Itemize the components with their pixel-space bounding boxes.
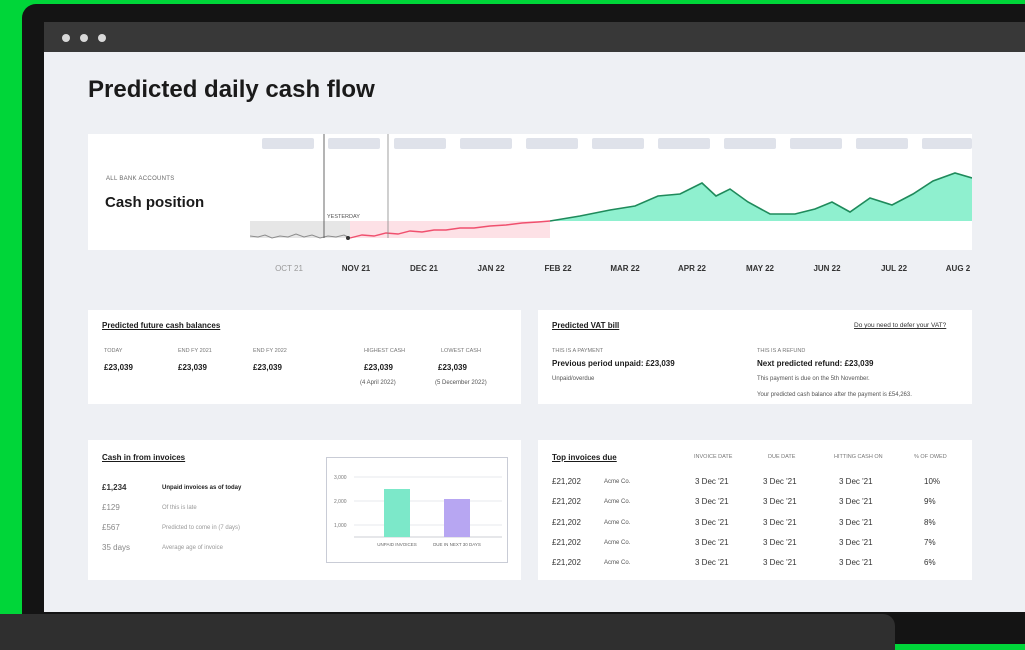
vat-refund-note: This payment is due on the 5th November. <box>757 376 870 382</box>
table-cell-client: Acme Co. <box>604 539 631 546</box>
table-cell-client: Acme Co. <box>604 499 631 506</box>
table-cell-amount: £21,202 <box>552 517 581 527</box>
month-label: OCT 21 <box>275 264 303 273</box>
window-dot-icon[interactable] <box>80 34 88 42</box>
app-screen: Predicted daily cash flow ALL BANK ACCOU… <box>44 52 1025 612</box>
cash-card-title: Cash position <box>105 194 205 211</box>
table-cell-pct: 10% <box>924 477 941 486</box>
table-cell-due-date: 3 Dec '21 <box>763 497 797 507</box>
table-cell-hitting: 3 Dec '21 <box>839 517 873 527</box>
month-label: MAY 22 <box>745 264 775 273</box>
table-cell-client: Acme Co. <box>604 479 631 485</box>
balance-label: END FY 2022 <box>253 348 287 354</box>
window-titlebar <box>44 22 1025 52</box>
mini-bar-label: DUE IN NEXT 30 DAYS <box>433 542 481 547</box>
invoice-stat-value: 35 days <box>102 543 131 552</box>
balance-value: £23,039 <box>438 363 467 372</box>
table-cell-hitting: 3 Dec '21 <box>839 558 873 568</box>
table-cell-hitting: 3 Dec '21 <box>839 537 873 547</box>
table-cell-amount: £21,202 <box>552 558 581 568</box>
table-cell-pct: 8% <box>924 517 936 527</box>
month-label: DEC 21 <box>409 264 439 273</box>
balance-value: £23,039 <box>253 363 282 372</box>
table-cell-amount: £21,202 <box>552 537 581 547</box>
table-cell-amount: £21,202 <box>552 477 581 486</box>
table-cell-pct: 7% <box>924 537 936 547</box>
invoice-stat-value: £129 <box>102 503 120 512</box>
vat-refund-value: Next predicted refund: £23,039 <box>757 359 874 368</box>
month-label: JUL 22 <box>880 264 908 273</box>
month-label: JAN 22 <box>477 264 505 273</box>
invoice-mini-chart: 3,000 2,000 1,000 UNPAID INVOICES DUE IN… <box>326 457 508 563</box>
column-header[interactable]: DUE DATE <box>768 454 795 460</box>
table-cell-client: Acme Co. <box>604 560 631 567</box>
invoices-in-title[interactable]: Cash in from invoices <box>102 453 185 462</box>
balances-title[interactable]: Predicted future cash balances <box>102 321 220 330</box>
balance-label: END FY 2021 <box>178 348 212 354</box>
column-header[interactable]: % OF OWED <box>914 454 947 460</box>
column-header[interactable]: INVOICE DATE <box>694 454 732 460</box>
vat-refund-label: THIS IS A REFUND <box>757 348 806 354</box>
table-cell-pct: 6% <box>924 558 936 568</box>
balance-sub: (5 December 2022) <box>435 380 487 386</box>
invoice-stat-value: £567 <box>102 523 120 532</box>
balance-value: £23,039 <box>178 363 207 372</box>
yesterday-label: YESTERDAY <box>327 214 360 220</box>
mini-tick-label: 2,000 <box>334 499 347 505</box>
table-cell-client: Acme Co. <box>604 519 631 526</box>
table-cell-due-date: 3 Dec '21 <box>763 477 797 486</box>
table-cell-pct: 9% <box>924 497 936 507</box>
mini-bar-label: UNPAID INVOICES <box>377 542 416 547</box>
mini-tick-label: 3,000 <box>334 475 347 481</box>
table-cell-due-date: 3 Dec '21 <box>763 558 797 568</box>
page-title: Predicted daily cash flow <box>88 76 375 103</box>
balance-label: HIGHEST CASH <box>364 348 406 354</box>
vat-payment-sub: Unpaid/overdue <box>552 376 595 382</box>
invoice-stat-desc: Unpaid invoices as of today <box>162 485 242 491</box>
table-cell-invoice-date: 3 Dec '21 <box>695 558 729 568</box>
table-cell-due-date: 3 Dec '21 <box>763 517 797 527</box>
invoice-stat-desc: Predicted to come in (7 days) <box>162 525 241 531</box>
vat-refund-note: Your predicted cash balance after the pa… <box>757 392 912 398</box>
month-label: AUG 2 <box>945 264 971 273</box>
month-label: NOV 21 <box>341 264 371 273</box>
month-label: JUN 22 <box>813 264 841 273</box>
window-dot-icon[interactable] <box>62 34 70 42</box>
mini-tick-label: 1,000 <box>334 523 347 529</box>
cash-card-caption: ALL BANK ACCOUNTS <box>106 176 175 182</box>
balance-sub: (4 April 2022) <box>360 380 396 386</box>
invoice-stat-desc: Average age of invoice <box>162 545 223 551</box>
month-label: FEB 22 <box>544 264 572 273</box>
vat-payment-label: THIS IS A PAYMENT <box>552 348 604 354</box>
current-point[interactable] <box>346 236 350 240</box>
balance-value: £23,039 <box>104 363 133 372</box>
table-cell-invoice-date: 3 Dec '21 <box>695 517 729 527</box>
column-header[interactable]: HITTING CASH ON <box>834 454 883 460</box>
balance-label: TODAY <box>104 348 123 354</box>
balance-value: £23,039 <box>364 363 393 372</box>
table-cell-invoice-date: 3 Dec '21 <box>695 497 729 507</box>
month-label: MAR 22 <box>610 264 640 273</box>
vat-payment-value: Previous period unpaid: £23,039 <box>552 359 675 368</box>
defer-vat-link[interactable]: Do you need to defer your VAT? <box>854 322 946 329</box>
mini-bar-due[interactable] <box>444 499 470 537</box>
laptop-bottom-edge <box>0 614 895 650</box>
invoice-stat-desc: Of this is late <box>162 505 197 511</box>
top-invoices-title[interactable]: Top invoices due <box>552 453 617 462</box>
mini-bar-unpaid[interactable] <box>384 489 410 537</box>
table-cell-invoice-date: 3 Dec '21 <box>695 477 729 486</box>
table-cell-hitting: 3 Dec '21 <box>839 477 873 486</box>
table-cell-invoice-date: 3 Dec '21 <box>695 537 729 547</box>
balance-label: LOWEST CASH <box>441 348 481 354</box>
window-dot-icon[interactable] <box>98 34 106 42</box>
table-cell-due-date: 3 Dec '21 <box>763 537 797 547</box>
vat-title[interactable]: Predicted VAT bill <box>552 321 619 330</box>
table-cell-hitting: 3 Dec '21 <box>839 497 873 507</box>
cash-flow-chart: YESTERDAY <box>250 134 972 240</box>
month-label: APR 22 <box>677 264 707 273</box>
table-cell-amount: £21,202 <box>552 497 581 507</box>
invoice-stat-value: £1,234 <box>102 483 127 492</box>
